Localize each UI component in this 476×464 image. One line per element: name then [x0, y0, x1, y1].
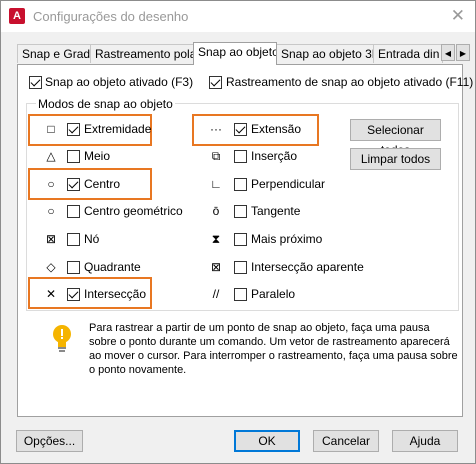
- select-all-button[interactable]: Selecionar todos: [350, 119, 441, 157]
- center-checkbox[interactable]: [67, 178, 80, 191]
- snap-on-checkbox[interactable]: [29, 76, 42, 89]
- tangent-label: Tangente: [251, 204, 301, 218]
- tracking-on-label: Rastreamento de snap ao objeto ativado (…: [226, 75, 474, 89]
- center-label: Centro: [84, 177, 121, 191]
- parallel-icon: //: [212, 287, 220, 301]
- quadrant-icon: ◇: [46, 260, 56, 274]
- tab-snap-ao-objeto[interactable]: Snap ao objeto: [193, 42, 277, 65]
- intersection-label: Intersecção: [84, 287, 147, 301]
- tangent-icon: ō: [212, 204, 220, 218]
- nearest-icon: ⧗: [211, 232, 221, 246]
- insertion-checkbox[interactable]: [234, 150, 247, 163]
- tracking-on-checkbox[interactable]: [209, 76, 222, 89]
- extension-label: Extensão: [251, 122, 302, 136]
- perpendicular-label: Perpendicular: [251, 177, 326, 191]
- tab-scroll-right-icon[interactable]: ▶: [456, 44, 470, 61]
- apparent-intersection-checkbox[interactable]: [234, 261, 247, 274]
- apparent-intersection-label: Intersecção aparente: [251, 260, 364, 274]
- cancel-button[interactable]: Cancelar: [313, 430, 379, 452]
- autocad-app-icon: A: [9, 8, 25, 24]
- nearest-label: Mais próximo: [251, 232, 323, 246]
- extension-checkbox[interactable]: [234, 123, 247, 136]
- tangent-checkbox[interactable]: [234, 205, 247, 218]
- tab-scroll-controls: ◀ ▶: [441, 44, 471, 62]
- snap-on-label: Snap ao objeto ativado (F3): [45, 75, 194, 89]
- extension-icon: ···: [210, 122, 222, 136]
- intersection-icon: ✕: [45, 287, 57, 301]
- geometric-center-icon: ○: [47, 204, 55, 218]
- geometric-center-label: Centro geométrico: [84, 204, 183, 218]
- window-title: Configurações do desenho: [33, 9, 189, 24]
- node-label: Nó: [84, 232, 100, 246]
- tab-strip: Snap e Grade Rastreamento polar Snap ao …: [17, 42, 463, 65]
- nearest-checkbox[interactable]: [234, 233, 247, 246]
- center-icon: ○: [47, 177, 55, 191]
- parallel-label: Paralelo: [251, 287, 296, 301]
- clear-all-button[interactable]: Limpar todos: [350, 148, 441, 170]
- node-icon: ⊠: [45, 232, 57, 246]
- dialog-window: A Configurações do desenho ✕ Snap e Grad…: [0, 0, 476, 464]
- tab-entrada-dinamica[interactable]: Entrada din: [373, 44, 443, 63]
- apparent-intersection-icon: ⊠: [210, 260, 222, 274]
- help-button[interactable]: Ajuda: [392, 430, 458, 452]
- close-icon[interactable]: ✕: [451, 6, 465, 26]
- geometric-center-checkbox[interactable]: [67, 205, 80, 218]
- tab-snap-ao-objeto-3d[interactable]: Snap ao objeto 3D: [276, 44, 374, 63]
- snap-modes-title: Modos de snap ao objeto: [36, 97, 175, 111]
- insertion-icon: ⧉: [211, 149, 221, 163]
- insertion-label: Inserção: [251, 149, 298, 163]
- tab-snap-grade[interactable]: Snap e Grade: [17, 44, 91, 63]
- ok-button[interactable]: OK: [234, 430, 300, 452]
- endpoint-label: Extremidade: [84, 122, 152, 136]
- quadrant-checkbox[interactable]: [67, 261, 80, 274]
- tab-rastreamento-polar[interactable]: Rastreamento polar: [90, 44, 194, 63]
- lightbulb-icon: [53, 325, 71, 352]
- title-bar: A Configurações do desenho ✕: [1, 1, 475, 32]
- parallel-checkbox[interactable]: [234, 288, 247, 301]
- tab-scroll-left-icon[interactable]: ◀: [441, 44, 455, 61]
- intersection-checkbox[interactable]: [67, 288, 80, 301]
- tracking-tip-text: Para rastrear a partir de um ponto de sn…: [89, 322, 458, 376]
- options-button[interactable]: Opções...: [16, 430, 83, 452]
- perpendicular-icon: ∟: [210, 177, 222, 191]
- quadrant-label: Quadrante: [84, 260, 141, 274]
- node-checkbox[interactable]: [67, 233, 80, 246]
- midpoint-label: Meio: [84, 149, 111, 163]
- midpoint-checkbox[interactable]: [67, 150, 80, 163]
- midpoint-icon: △: [46, 149, 56, 163]
- endpoint-checkbox[interactable]: [67, 123, 80, 136]
- perpendicular-checkbox[interactable]: [234, 178, 247, 191]
- endpoint-icon: □: [47, 122, 55, 136]
